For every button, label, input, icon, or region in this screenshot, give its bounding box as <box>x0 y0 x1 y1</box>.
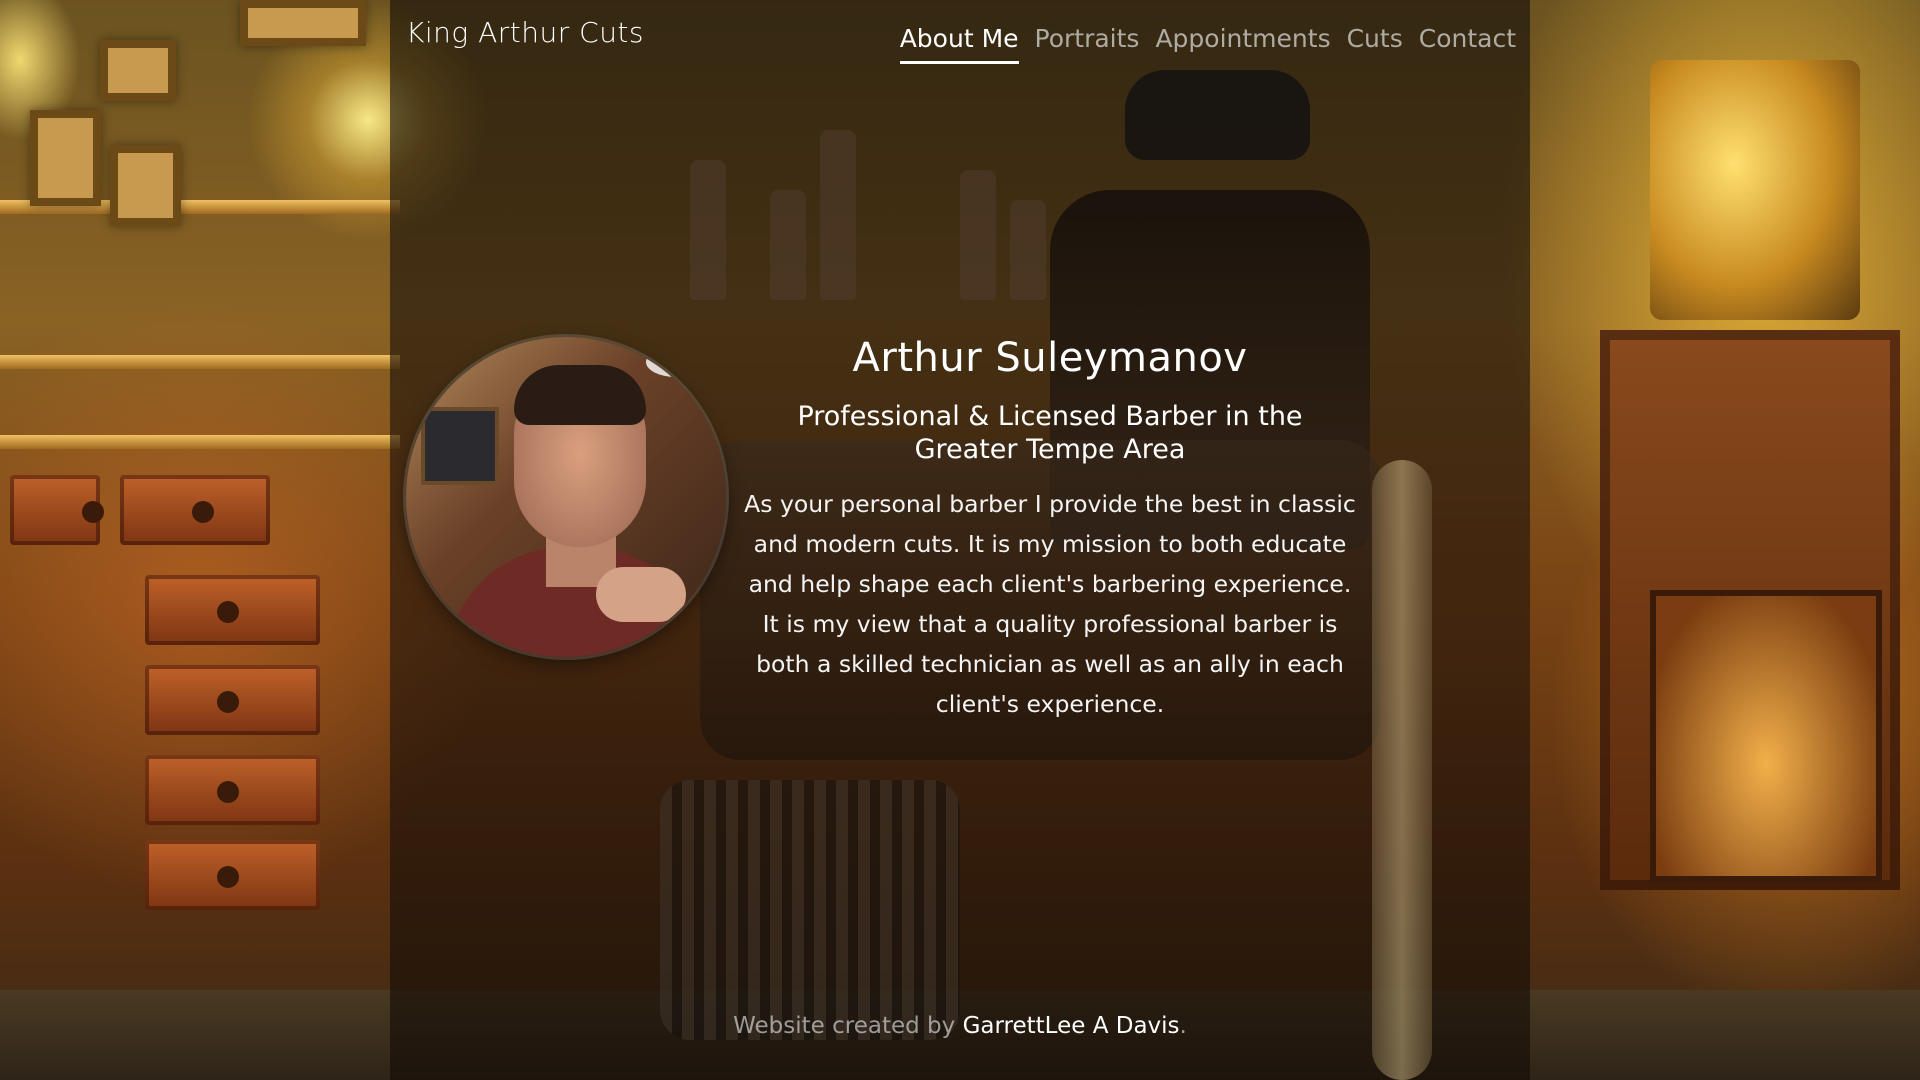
bg-bottle <box>770 190 806 300</box>
bg-drawer <box>145 665 320 735</box>
bg-drawer <box>120 475 270 545</box>
chair-pillar <box>1372 460 1432 1080</box>
footer-author-link[interactable]: GarrettLee A Davis <box>963 1013 1180 1039</box>
nav-portraits[interactable]: Portraits <box>1035 24 1140 64</box>
profile-photo <box>406 337 726 657</box>
bg-drawer <box>10 475 104 545</box>
nav-contact[interactable]: Contact <box>1419 24 1516 64</box>
bg-picture-frame <box>100 40 176 101</box>
nav-cuts[interactable]: Cuts <box>1347 24 1403 64</box>
bg-cabinet-glass <box>1650 590 1882 882</box>
bg-bottle <box>1010 200 1046 300</box>
page: King Arthur Cuts About Me Portraits Appo… <box>0 0 1920 1080</box>
footer-prefix: Website created by <box>733 1013 963 1039</box>
footer-suffix: . <box>1179 1013 1187 1039</box>
bg-shelf <box>0 435 400 449</box>
bg-shelf <box>0 355 400 369</box>
bg-lamp <box>1650 60 1860 320</box>
bg-picture-frame <box>240 0 366 46</box>
chair-headrest <box>1125 70 1310 160</box>
profile-subtitle: Professional & Licensed Barber in the Gr… <box>797 401 1303 465</box>
nav-appointments[interactable]: Appointments <box>1155 24 1330 64</box>
main-nav: About Me Portraits Appointments Cuts Con… <box>899 24 1516 64</box>
photo-background-screen <box>421 407 499 485</box>
profile-bio: As your personal barber I provide the be… <box>744 490 1356 718</box>
bg-picture-frame <box>110 145 181 226</box>
bg-bottle <box>820 130 856 300</box>
photo-hair <box>514 365 646 425</box>
site-brand[interactable]: King Arthur Cuts <box>406 16 644 49</box>
chair-footrest <box>660 780 960 1040</box>
photo-ceiling-light <box>646 347 706 377</box>
bg-drawer <box>145 575 320 645</box>
bg-bottle <box>690 160 726 300</box>
photo-hand <box>596 567 686 622</box>
bg-bottle <box>960 170 996 300</box>
nav-about-me[interactable]: About Me <box>899 24 1019 64</box>
footer-credit: Website created by GarrettLee A Davis. <box>390 1013 1530 1039</box>
bg-drawer <box>145 755 320 825</box>
bg-picture-frame <box>30 110 101 206</box>
profile-name: Arthur Suleymanov <box>852 335 1248 381</box>
bg-drawer <box>145 840 320 910</box>
